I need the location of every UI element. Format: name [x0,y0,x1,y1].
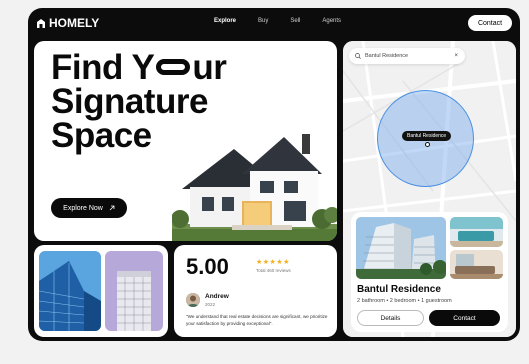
nav-links: Explore Buy Sell Agents [214,18,341,24]
property-living-room-image[interactable] [450,250,503,279]
close-icon[interactable]: × [454,53,458,59]
reviewer-name: Andrew [205,293,229,300]
review-card: 5.00 ★★★★★ Total 460 reviews Andrew 2022… [174,245,337,337]
buildings-gallery [34,245,168,337]
details-button[interactable]: Details [357,310,424,326]
explore-now-button[interactable]: Explore Now [51,198,127,218]
nav-link-explore[interactable]: Explore [214,18,236,24]
pill-o-shape [156,59,191,75]
property-title: Bantul Residence [357,284,441,295]
map-pin-label[interactable]: Bantul Residence [402,131,452,141]
reviewer-photo [186,293,200,307]
map-pin-icon[interactable] [425,142,430,147]
property-specs: 2 bathroom • 2 bedroom • 1 guestroom [357,298,452,304]
glass-building-photo [39,251,101,331]
review-quote: "We understand that real estate decision… [186,314,328,326]
search-icon [355,53,361,59]
contact-button[interactable]: Contact [468,15,512,31]
apartment-photo [356,217,446,279]
rating-value: 5.00 [186,254,229,279]
property-interior-image[interactable] [450,217,503,247]
tower-building-photo [105,251,163,331]
app-frame: HOMELY Explore Buy Sell Agents Contact F… [28,8,520,341]
house-logo-icon [37,19,45,28]
property-card[interactable]: Bantul Residence 2 bathroom • 2 bedroom … [351,212,508,332]
living-room-photo [450,250,503,279]
building-image-1[interactable] [39,251,101,331]
house-image [172,134,337,241]
property-contact-button[interactable]: Contact [429,310,500,326]
review-year: 2022 [205,302,216,307]
total-reviews: Total 460 reviews [256,268,291,273]
logo[interactable]: HOMELY [36,16,99,30]
explore-now-label: Explore Now [63,204,103,212]
star-rating-icon: ★★★★★ [256,259,290,266]
map-search-input[interactable]: Bantul Residence × [349,48,465,64]
arrow-up-right-icon [109,205,115,211]
property-main-image[interactable] [356,217,446,279]
hero-title-line: Signature [51,82,208,121]
hero-panel: Find Yur Signature Space Explore Now [34,41,337,241]
map-panel[interactable]: Bantul Residence × Bantul Residence Bant… [343,41,516,337]
building-image-2[interactable] [105,251,163,331]
nav-link-sell[interactable]: Sell [290,18,300,24]
top-nav: HOMELY Explore Buy Sell Agents Contact [28,8,520,38]
avatar [186,293,200,307]
nav-link-buy[interactable]: Buy [258,18,268,24]
interior-photo [450,217,503,247]
map-search-value: Bantul Residence [365,53,409,59]
logo-text: HOMELY [49,16,100,30]
nav-link-agents[interactable]: Agents [322,18,341,24]
